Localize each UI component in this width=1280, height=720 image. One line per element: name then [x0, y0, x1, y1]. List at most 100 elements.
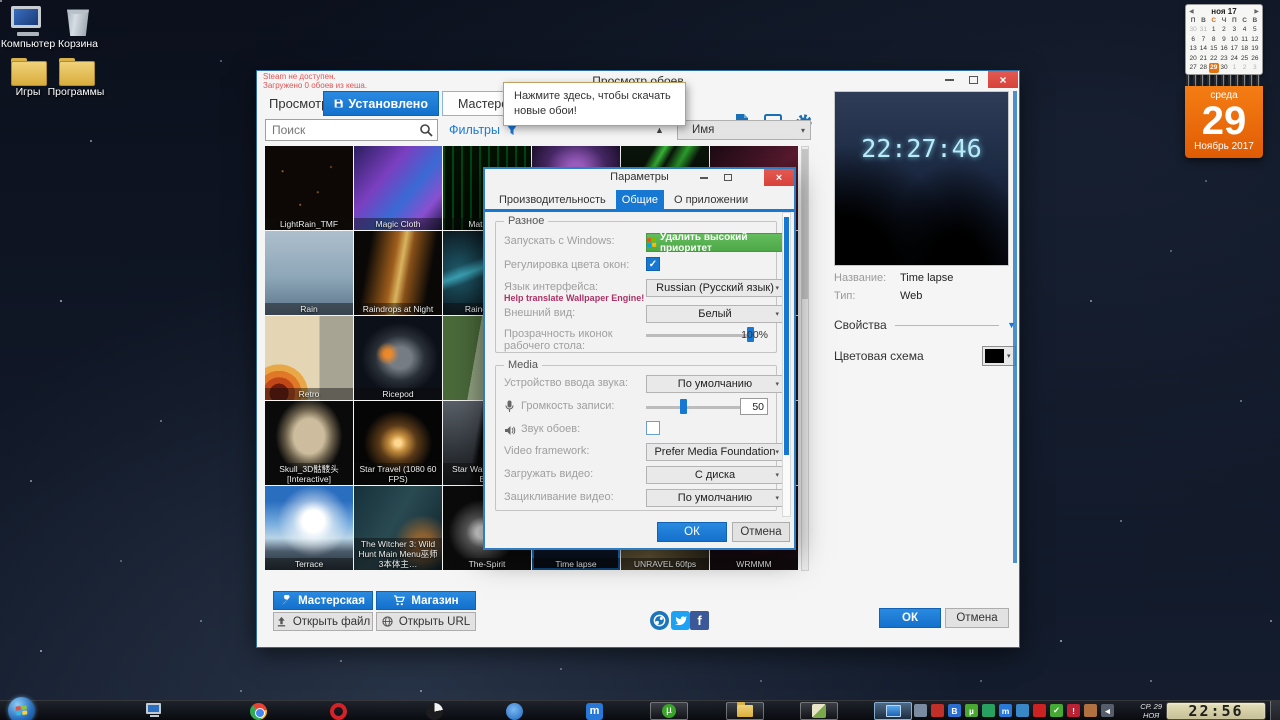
translate-link[interactable]: Help translate Wallpaper Engine! — [504, 293, 644, 303]
utorrent-tray-icon[interactable]: µ — [965, 704, 978, 717]
window-color-checkbox[interactable]: ✓ — [646, 257, 660, 271]
calendar-date[interactable]: 5 — [1250, 25, 1260, 35]
start-button[interactable] — [8, 697, 35, 720]
calendar-date[interactable]: 31 — [1198, 25, 1208, 35]
video-framework-dropdown[interactable]: Prefer Media Foundation▾ — [646, 443, 784, 461]
wallpaper-engine-taskbar-button[interactable] — [874, 702, 912, 720]
calendar-date[interactable]: 28 — [1198, 63, 1208, 73]
calendar-date[interactable]: 30 — [1188, 25, 1198, 35]
calendar-date[interactable]: 17 — [1229, 44, 1239, 54]
antivirus-check-tray-icon[interactable]: ✓ — [1050, 704, 1063, 717]
chrome-icon[interactable] — [250, 703, 267, 720]
maxthon-tray-icon[interactable]: m — [999, 704, 1012, 717]
sort-dropdown[interactable]: Имя ▾ — [677, 120, 811, 140]
tab-about[interactable]: О приложении — [668, 190, 754, 209]
lcd-clock[interactable]: 22:56 — [1166, 702, 1266, 720]
calendar-date[interactable]: 2 — [1239, 63, 1249, 73]
sort-ascending-icon[interactable]: ▲ — [655, 125, 664, 135]
calendar-date[interactable]: 7 — [1198, 35, 1208, 45]
calendar-date[interactable]: 15 — [1209, 44, 1219, 54]
wallpaper-tile[interactable]: Skull_3D骷髅头 [Interactive] — [265, 401, 353, 485]
workshop-button[interactable]: Мастерская — [273, 591, 373, 610]
tray-date[interactable]: СР. 29 НОЯ — [1140, 702, 1162, 720]
calendar-date[interactable]: 9 — [1219, 35, 1229, 45]
calendar-date[interactable]: 20 — [1188, 54, 1198, 64]
calendar-date[interactable]: 30 — [1219, 63, 1229, 73]
display-quicklaunch-icon[interactable] — [146, 703, 163, 720]
network-shield-tray-icon[interactable] — [1016, 704, 1029, 717]
calendar-date[interactable]: 29 — [1209, 63, 1219, 73]
load-video-dropdown[interactable]: С диска▾ — [646, 466, 784, 484]
remove-high-priority-button[interactable]: Удалить высокий приоритет — [646, 233, 784, 252]
calendar-date[interactable]: 3 — [1229, 25, 1239, 35]
calendar-date[interactable]: 16 — [1219, 44, 1229, 54]
record-volume-slider[interactable] — [646, 398, 750, 416]
wallpaper-sound-checkbox[interactable] — [646, 421, 660, 435]
dialog-maximize-button[interactable] — [718, 169, 738, 186]
show-desktop-button[interactable] — [1270, 701, 1280, 720]
open-url-button[interactable]: Открыть URL — [376, 612, 476, 631]
wallpaper-tile[interactable]: Rain — [265, 231, 353, 315]
dark-circle-app-icon[interactable] — [426, 703, 443, 720]
calendar-date[interactable]: 22 — [1209, 54, 1219, 64]
calendar-next-icon[interactable]: ▶ — [1254, 8, 1259, 15]
calendar-date[interactable]: 1 — [1209, 25, 1219, 35]
open-file-button[interactable]: Открыть файл — [273, 612, 373, 631]
maximize-button[interactable] — [961, 71, 985, 88]
wallpaper-tile[interactable]: Terrace — [265, 486, 353, 570]
search-icon[interactable] — [419, 123, 433, 137]
maxthon-icon[interactable]: m — [586, 703, 603, 720]
volume-tray-icon[interactable]: ◄ — [1101, 704, 1114, 717]
blue-circle-app-icon[interactable] — [506, 703, 523, 720]
language-dropdown[interactable]: Russian (Русский язык)▾ — [646, 279, 784, 297]
tab-installed[interactable]: Установлено — [323, 91, 439, 116]
wallpaper-tile[interactable]: The Witcher 3: Wild Hunt Main Menu巫师3本体主… — [354, 486, 442, 570]
facebook-icon[interactable]: f — [690, 611, 709, 630]
appearance-dropdown[interactable]: Белый▾ — [646, 305, 784, 323]
red-flag-tray-icon[interactable]: ! — [1067, 704, 1080, 717]
bluetooth-icon[interactable]: B — [948, 704, 961, 717]
calendar-date[interactable]: 19 — [1250, 44, 1260, 54]
dialog-minimize-button[interactable] — [694, 169, 714, 186]
calendar-date[interactable]: 2 — [1219, 25, 1229, 35]
ok-button[interactable]: ОК — [879, 608, 941, 628]
desktop-icon-programs[interactable]: Программы — [44, 58, 108, 98]
utorrent-taskbar-button[interactable]: µ — [650, 702, 688, 720]
calendar-date[interactable]: 27 — [1188, 63, 1198, 73]
photo-app-taskbar-button[interactable] — [800, 702, 838, 720]
desktop-icon-recycle-bin[interactable]: Корзина — [46, 6, 110, 50]
color-scheme-picker[interactable]: ▾ — [982, 346, 1016, 366]
calendar-date[interactable]: 4 — [1239, 25, 1249, 35]
calendar-date[interactable]: 6 — [1188, 35, 1198, 45]
cancel-button[interactable]: Отмена — [945, 608, 1009, 628]
opera-icon[interactable] — [330, 703, 347, 720]
close-button[interactable]: × — [988, 71, 1018, 88]
steam-social-icon[interactable] — [650, 611, 669, 630]
calendar-date[interactable]: 21 — [1198, 54, 1208, 64]
green-swirl-tray-icon[interactable] — [982, 704, 995, 717]
dialog-cancel-button[interactable]: Отмена — [732, 522, 790, 542]
dialog-close-button[interactable]: × — [764, 169, 794, 186]
red-square-tray-icon[interactable] — [1033, 704, 1046, 717]
wallpaper-tile[interactable]: Ricepod — [354, 316, 442, 400]
calendar-date[interactable]: 12 — [1250, 35, 1260, 45]
calendar-date[interactable]: 24 — [1229, 54, 1239, 64]
calendar-date[interactable]: 25 — [1239, 54, 1249, 64]
calendar-date[interactable]: 18 — [1239, 44, 1249, 54]
calendar-date[interactable]: 14 — [1198, 44, 1208, 54]
grid-scrollbar[interactable] — [801, 146, 809, 571]
calendar-date[interactable]: 11 — [1239, 35, 1249, 45]
wallpaper-tile[interactable]: Raindrops at Night — [354, 231, 442, 315]
calendar-date[interactable]: 26 — [1250, 54, 1260, 64]
dialog-scrollbar[interactable] — [782, 212, 791, 517]
video-loop-dropdown[interactable]: По умолчанию▾ — [646, 489, 784, 507]
calendar-prev-icon[interactable]: ◀ — [1189, 8, 1194, 15]
calendar-date[interactable]: 23 — [1219, 54, 1229, 64]
calendar-date[interactable]: 1 — [1229, 63, 1239, 73]
calendar-date[interactable]: 10 — [1229, 35, 1239, 45]
explorer-taskbar-button[interactable] — [726, 702, 764, 720]
audio-input-dropdown[interactable]: По умолчанию▾ — [646, 375, 784, 393]
grid-tray-icon[interactable] — [914, 704, 927, 717]
wallpaper-tile[interactable]: LightRain_TMF — [265, 146, 353, 230]
icon-opacity-slider[interactable] — [646, 326, 754, 344]
